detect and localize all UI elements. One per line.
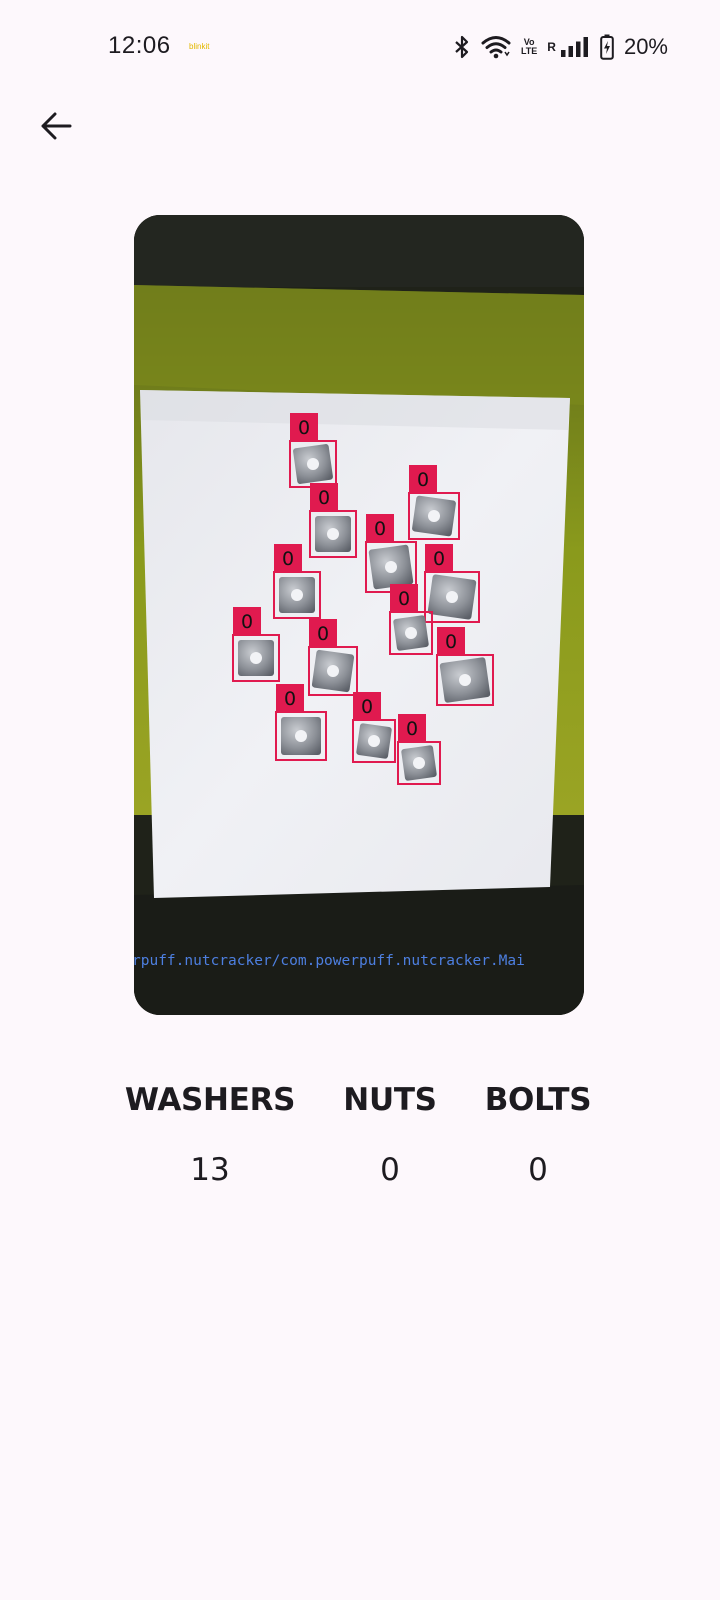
detection-label-text: 0 — [284, 688, 296, 710]
washer-hole — [385, 561, 397, 573]
washer-hole — [413, 757, 425, 769]
washer-hole — [446, 591, 458, 603]
washer-hole — [428, 510, 440, 522]
detection-label-text: 0 — [241, 611, 253, 633]
washer-hole — [327, 528, 339, 540]
detection-label-text: 0 — [282, 548, 294, 570]
washer-hole — [307, 458, 319, 470]
notification-app-label: blinkit — [189, 42, 210, 51]
washer-hole — [368, 735, 380, 747]
detection-label-text: 0 — [398, 588, 410, 610]
washer-hole — [295, 730, 307, 742]
detection-label-text: 0 — [433, 548, 445, 570]
bolts-count: BOLTS 0 — [428, 1075, 648, 1195]
detection-label-text: 0 — [318, 487, 330, 509]
detection-label-text: 0 — [317, 623, 329, 645]
signal-icon — [560, 36, 590, 58]
washer-hole — [250, 652, 262, 664]
battery-charging-icon — [600, 34, 614, 60]
detection-label-text: 0 — [361, 696, 373, 718]
overlay-log-text: rpuff.nutcracker/com.powerpuff.nutcracke… — [134, 953, 525, 969]
washer-hole — [291, 589, 303, 601]
detection-label-text: 0 — [298, 417, 310, 439]
back-button[interactable] — [30, 100, 82, 152]
detection-label-text: 0 — [417, 469, 429, 491]
roaming-indicator: R — [547, 40, 556, 54]
volte-icon: Vo LTE — [520, 37, 538, 56]
bolts-label: BOLTS — [484, 1082, 592, 1118]
wifi-icon — [481, 35, 511, 59]
status-bar: 12:06 blinkit Vo LTE R 20% — [0, 0, 720, 96]
detection-label-text: 0 — [445, 631, 457, 653]
washer-hole — [459, 674, 471, 686]
detection-label-text: 0 — [406, 718, 418, 740]
status-icons: Vo LTE R 20% — [453, 30, 668, 64]
result-screen: 12:06 blinkit Vo LTE R 20% rpuff.nutcrac… — [0, 0, 720, 1600]
counts-summary: WASHERS 13 NUTS 0 BOLTS 0 — [0, 1075, 720, 1205]
detection-photo: rpuff.nutcracker/com.powerpuff.nutcracke… — [134, 215, 584, 1015]
status-time: 12:06 — [108, 32, 171, 59]
detection-image: rpuff.nutcracker/com.powerpuff.nutcracke… — [134, 215, 584, 1015]
bluetooth-icon — [453, 35, 471, 59]
arrow-back-icon — [41, 112, 72, 140]
detection-label-text: 0 — [374, 518, 386, 540]
washer-hole — [327, 665, 339, 677]
bolts-value: 0 — [528, 1152, 548, 1188]
battery-percentage: 20% — [623, 34, 668, 59]
washer-hole — [405, 627, 417, 639]
